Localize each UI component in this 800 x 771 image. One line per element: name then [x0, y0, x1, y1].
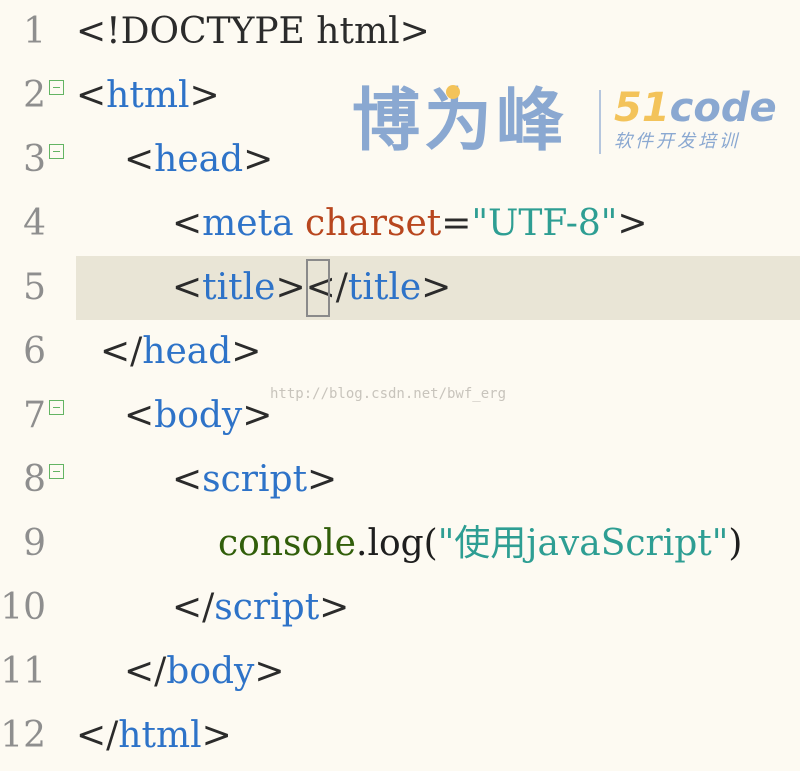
- line-code[interactable]: console.log("使用javaScript"): [218, 512, 742, 576]
- line-code[interactable]: <script>: [172, 448, 337, 512]
- line-number: 10: [0, 587, 46, 628]
- bracket-token: </: [100, 331, 143, 372]
- bracket-token: >: [201, 715, 232, 756]
- bracket-token: <: [172, 203, 203, 244]
- bracket-token: >: [275, 267, 306, 308]
- line-code[interactable]: </head>: [100, 320, 261, 384]
- line-code[interactable]: <title></title>: [172, 256, 451, 320]
- line-number: 12: [0, 715, 46, 756]
- line-code[interactable]: <meta charset="UTF-8">: [172, 192, 648, 256]
- line-code[interactable]: <body>: [124, 384, 272, 448]
- line-code[interactable]: <head>: [124, 128, 273, 192]
- logo-code-number: 51: [614, 85, 670, 131]
- tag-token: head: [154, 139, 244, 180]
- fold-collapse-icon[interactable]: [49, 80, 64, 95]
- code-line: 1 <!DOCTYPE html>: [0, 0, 800, 64]
- fold-collapse-icon[interactable]: [49, 464, 64, 479]
- paren-token: ): [728, 523, 743, 564]
- fold-collapse-icon[interactable]: [49, 400, 64, 415]
- bracket-token: >: [617, 203, 648, 244]
- line-number: 8: [23, 459, 46, 500]
- method-token: .log(: [356, 523, 438, 564]
- tag-token: script: [214, 587, 320, 628]
- bracket-token: <: [124, 139, 155, 180]
- code-line: 8 <script>: [0, 448, 800, 512]
- bracket-token: >: [254, 651, 285, 692]
- bracket-token: <: [172, 459, 203, 500]
- line-code[interactable]: </body>: [124, 640, 285, 704]
- tag-token: body: [166, 651, 255, 692]
- tag-token: meta: [202, 203, 294, 244]
- url-watermark: http://blog.csdn.net/bwf_erg: [270, 386, 507, 402]
- text-cursor: [305, 259, 330, 317]
- line-number: 3: [23, 139, 46, 180]
- logo-subtitle: 软件开发培训: [614, 131, 740, 152]
- tag-token: html: [118, 715, 202, 756]
- bracket-token: <: [124, 395, 155, 436]
- bracket-token: </: [76, 715, 119, 756]
- logo-code-word: code: [669, 85, 777, 131]
- line-code[interactable]: <html>: [76, 64, 220, 128]
- tag-token: script: [202, 459, 308, 500]
- logo-code-text: 51code: [614, 86, 777, 130]
- line-code[interactable]: <!DOCTYPE html>: [76, 0, 430, 64]
- line-number: 9: [23, 523, 46, 564]
- tag-token: head: [142, 331, 232, 372]
- line-number: 6: [23, 331, 46, 372]
- code-line: 11 </body>: [0, 640, 800, 704]
- line-number: 1: [23, 11, 46, 52]
- code-editor: 1 <!DOCTYPE html> 2 <html> 3 <head> 4 <m…: [0, 0, 800, 771]
- line-number: 11: [0, 651, 46, 692]
- tag-token: title: [347, 267, 422, 308]
- logo-dot-icon: [446, 85, 460, 99]
- tag-token: html: [106, 75, 190, 116]
- code-line: 9 console.log("使用javaScript"): [0, 512, 800, 576]
- bracket-token: <: [172, 267, 203, 308]
- bracket-token: <: [76, 75, 107, 116]
- brand-logo: 博为峰 51code 软件开发培训: [352, 82, 777, 162]
- code-line: 12 </html>: [0, 704, 800, 768]
- logo-divider: [599, 90, 601, 154]
- attribute-token: charset: [293, 203, 442, 244]
- tag-token: title: [202, 267, 276, 308]
- bracket-token: >: [307, 459, 338, 500]
- equals-token: =: [441, 203, 472, 244]
- line-number: 4: [23, 203, 46, 244]
- doctype-html-token: html>: [304, 11, 430, 52]
- fold-collapse-icon[interactable]: [49, 144, 64, 159]
- bracket-token: >: [189, 75, 220, 116]
- code-line-active: 5 <title></title>: [0, 256, 800, 320]
- code-line: 10 </script>: [0, 576, 800, 640]
- line-code[interactable]: </script>: [172, 576, 349, 640]
- line-number: 2: [23, 75, 46, 116]
- line-code[interactable]: </html>: [76, 704, 232, 768]
- doctype-token: <!DOCTYPE: [76, 11, 305, 52]
- bracket-token: </: [124, 651, 167, 692]
- bracket-token: >: [319, 587, 350, 628]
- bracket-token: >: [243, 139, 274, 180]
- code-line: 6 </head>: [0, 320, 800, 384]
- bracket-token: >: [421, 267, 452, 308]
- bracket-token: >: [242, 395, 273, 436]
- tag-token: body: [154, 395, 243, 436]
- string-token: "使用javaScript": [437, 523, 729, 564]
- string-token: "UTF-8": [471, 203, 618, 244]
- bracket-token: >: [231, 331, 262, 372]
- code-line: 4 <meta charset="UTF-8">: [0, 192, 800, 256]
- object-token: console: [218, 523, 356, 564]
- line-number: 7: [23, 395, 46, 436]
- line-number: 5: [23, 267, 46, 308]
- bracket-token: </: [172, 587, 215, 628]
- logo-chinese-text: 博为峰: [352, 82, 569, 161]
